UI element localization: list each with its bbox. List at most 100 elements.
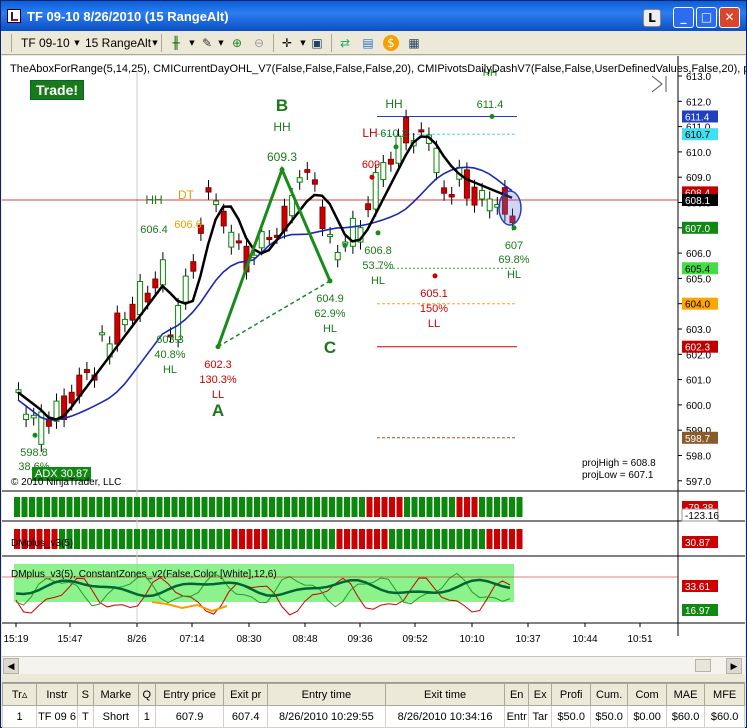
trend-bar <box>171 497 178 517</box>
trend-bar <box>29 497 35 517</box>
trend-bar <box>486 529 493 549</box>
time-axis-label: 09:36 <box>347 634 372 645</box>
trend-bar <box>111 529 118 549</box>
trend-bar <box>374 497 380 517</box>
pattern-label-a: A <box>212 401 224 420</box>
chevron-down-icon[interactable]: ▼ <box>213 35 229 51</box>
trend-bar <box>419 529 425 549</box>
trend-bar <box>14 497 20 517</box>
grid-header-cell[interactable]: Entry time <box>267 683 386 706</box>
minimize-button[interactable]: _ <box>673 7 694 28</box>
link-button[interactable]: L <box>643 9 661 27</box>
trade-cell: TF 09 6 <box>36 705 78 728</box>
grid-header-cell[interactable]: Entry price <box>154 683 225 706</box>
candle-body <box>327 234 334 238</box>
chevron-down-icon[interactable]: ▼ <box>184 35 200 51</box>
price-axis-label: 612.0 <box>686 97 711 108</box>
price-axis-label: 605.0 <box>686 274 711 285</box>
data-box-icon[interactable]: ▦ <box>406 35 422 51</box>
grid-header-cell[interactable]: Instr <box>36 683 78 706</box>
candle-body <box>129 303 136 321</box>
close-button[interactable]: ✕ <box>719 7 740 28</box>
scroll-right-icon[interactable]: ▶ <box>726 658 742 674</box>
candle-body <box>205 187 212 193</box>
swing-label: 610.2 <box>380 128 408 140</box>
trend-bar <box>501 529 508 549</box>
title-bar[interactable]: TF 09-10 8/26/2010 (15 RangeAlt) L _ □ ✕ <box>1 1 746 31</box>
swing-label: 40.8% <box>154 349 185 361</box>
grid-header-cell[interactable]: MAE <box>665 683 706 706</box>
time-axis-label: 10:44 <box>572 634 597 645</box>
candle-body <box>137 281 144 316</box>
scroll-thumb[interactable] <box>695 659 711 672</box>
trend-bar <box>81 497 88 517</box>
grid-header-cell[interactable]: En <box>504 683 529 706</box>
trend-bar <box>89 529 95 549</box>
trend-bar <box>404 529 410 549</box>
grid-header-cell[interactable]: Profi <box>551 683 591 706</box>
trend-bar <box>366 529 373 549</box>
trend-bar <box>261 529 268 549</box>
candle-body <box>68 391 75 404</box>
trend-bar <box>246 497 253 517</box>
trend-bar <box>186 497 193 517</box>
zoom-out-icon[interactable]: ⊖ <box>251 35 267 51</box>
trade-button[interactable]: Trade! <box>30 80 85 100</box>
trade-row[interactable]: 1 TF 09 6 T Short 1 607.9 607.4 8/26/2010 10:29… <box>1 705 745 728</box>
grid-header-cell[interactable]: Cum. <box>589 683 629 706</box>
trend-bar <box>516 497 523 517</box>
price-axis-label: 600.0 <box>686 401 711 412</box>
grid-header-cell[interactable]: Exit pr <box>223 683 269 706</box>
instrument-selector[interactable]: TF 09-10 <box>21 34 70 52</box>
trend-bar <box>216 497 223 517</box>
grid-header-cell[interactable]: Ex <box>527 683 553 706</box>
indicator-icon[interactable]: ▤ <box>360 35 376 51</box>
properties-icon[interactable]: ▣ <box>309 35 325 51</box>
trend-bar <box>74 497 80 517</box>
trend-bar <box>464 497 470 517</box>
swing-label: 603.3 <box>156 334 184 346</box>
horizontal-scrollbar[interactable]: ◀ ▶ <box>2 656 745 674</box>
swing-label: 130.3% <box>199 374 237 386</box>
trend-bar <box>96 529 103 549</box>
swing-label: HL <box>371 275 385 287</box>
zoom-in-icon[interactable]: ⊕ <box>229 35 245 51</box>
swing-label: 606.4 <box>140 224 168 236</box>
interval-selector[interactable]: 15 RangeAlt <box>85 34 151 52</box>
trend-bar <box>134 497 140 517</box>
trend-bar <box>254 497 260 517</box>
grid-header-cell[interactable]: Tr▵ <box>1 683 38 706</box>
swing-point <box>375 230 381 236</box>
chevron-down-icon[interactable]: ▼ <box>69 35 85 51</box>
trend-bar <box>231 497 238 517</box>
trend-bar <box>449 497 455 517</box>
strategy-icon[interactable]: ⇄ <box>337 35 353 51</box>
chart-area[interactable]: 613.0612.0611.0610.0609.0608.0607.0606.0… <box>2 56 747 656</box>
grid-header-cell[interactable]: Q <box>137 683 156 706</box>
currency-icon[interactable]: $ <box>383 35 399 51</box>
trend-bar <box>149 497 155 517</box>
trend-bar <box>329 497 335 517</box>
swing-label: 609 <box>362 159 380 171</box>
swing-label: 607 <box>505 240 523 252</box>
grid-header-cell[interactable]: Com <box>627 683 667 706</box>
trend-bar <box>126 529 133 549</box>
grid-header-cell[interactable]: MFE <box>704 683 745 706</box>
grid-header-cell[interactable]: Exit time <box>384 683 506 706</box>
trend-bar <box>141 529 148 549</box>
swing-label: 606.8 <box>364 245 392 257</box>
swing-point <box>279 167 285 173</box>
price-axis-label: 601.0 <box>686 376 711 387</box>
maximize-button[interactable]: □ <box>696 7 717 28</box>
grid-header-cell[interactable]: S <box>76 683 94 706</box>
price-axis-label: 610.0 <box>686 148 711 159</box>
crosshair-icon[interactable]: ✛ <box>279 35 295 51</box>
candle-body <box>395 135 402 164</box>
swing-label: 611.4 <box>477 99 504 111</box>
trend-bar <box>276 497 283 517</box>
chart-canvas[interactable]: 613.0612.0611.0610.0609.0608.0607.0606.0… <box>2 56 745 656</box>
scroll-left-icon[interactable]: ◀ <box>3 658 19 674</box>
trend-bar <box>404 497 410 517</box>
grid-header-cell[interactable]: Marke <box>92 683 139 706</box>
bar-style-icon[interactable]: ╫ <box>168 35 184 51</box>
